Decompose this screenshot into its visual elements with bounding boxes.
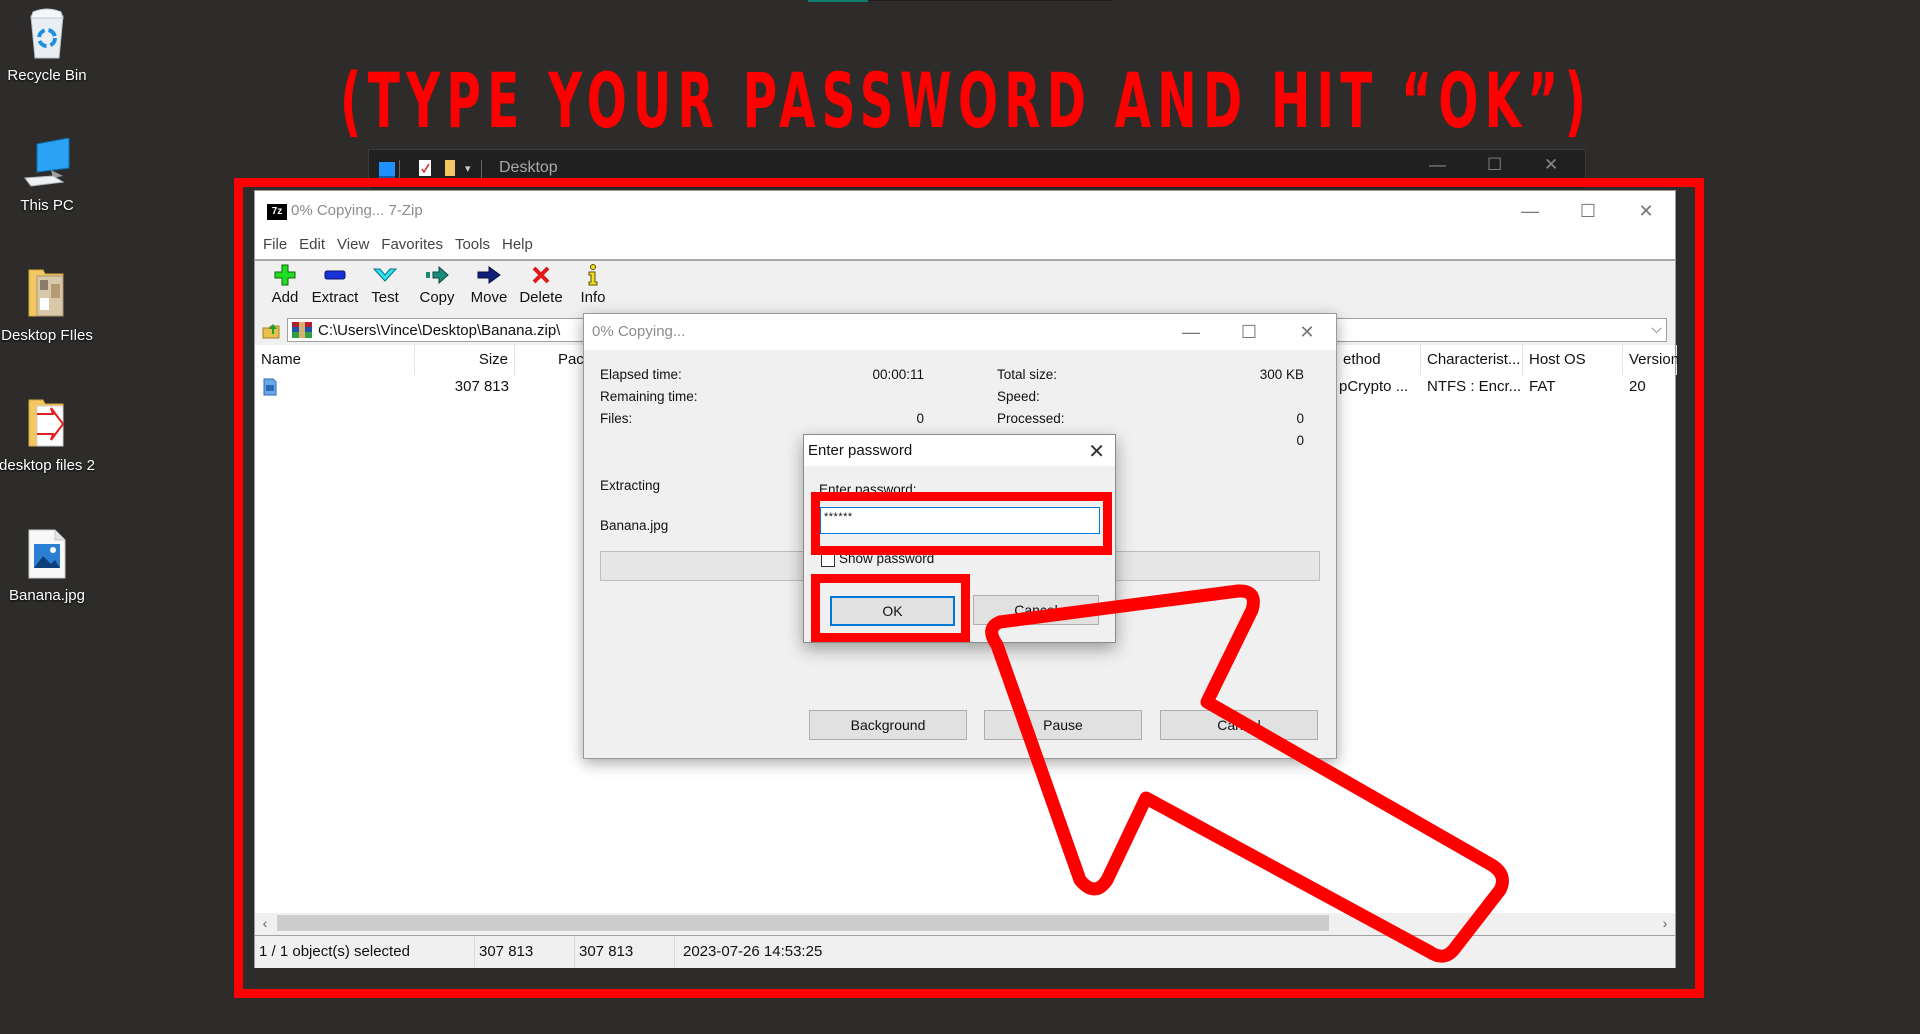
top-accent: [808, 0, 868, 2]
desktop-icon-banana-jpg[interactable]: Banana.jpg: [0, 528, 97, 605]
folder-icon: [23, 398, 71, 450]
desktop-icon-label: Desktop FIles: [1, 327, 93, 344]
folder-icon: [23, 268, 71, 320]
computer-icon: [23, 137, 71, 190]
separator: [399, 160, 400, 178]
properties-icon[interactable]: [419, 160, 431, 176]
desktop-icon-desktop-files[interactable]: Desktop FIles: [0, 268, 97, 345]
desktop-icon-recycle-bin[interactable]: Recycle Bin: [0, 8, 97, 85]
desktop-icon-label: desktop files 2: [0, 457, 95, 474]
minimize-button[interactable]: —: [1429, 155, 1446, 175]
maximize-button[interactable]: ☐: [1487, 155, 1502, 175]
explorer-title: Desktop: [499, 159, 558, 176]
instruction-headline: (TYPE YOUR PASSWORD AND HIT “OK”): [340, 56, 1593, 145]
desktop-icon-label: This PC: [20, 197, 74, 214]
image-file-icon: [23, 528, 71, 580]
desktop-icon-desktop-files-2[interactable]: desktop files 2: [0, 398, 97, 475]
desktop-icon-label: Banana.jpg: [9, 587, 85, 604]
new-folder-icon[interactable]: [445, 160, 455, 176]
explorer-app-icon: [379, 162, 395, 178]
customize-quick-access-icon[interactable]: ▾: [465, 162, 471, 175]
close-button[interactable]: ✕: [1544, 155, 1558, 175]
recycle-bin-icon: [23, 8, 71, 60]
top-edge-strip: [808, 0, 1113, 2]
desktop-icon-this-pc[interactable]: This PC: [0, 137, 97, 215]
desktop-icon-label: Recycle Bin: [7, 67, 87, 84]
window-highlight-frame: [234, 178, 1704, 998]
separator: [481, 160, 482, 178]
